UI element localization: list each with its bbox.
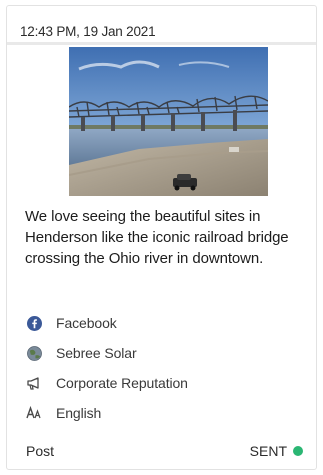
language-label: English bbox=[56, 405, 102, 421]
facebook-icon bbox=[26, 315, 42, 331]
post-image[interactable] bbox=[69, 47, 268, 196]
network-row: Facebook bbox=[26, 313, 117, 333]
globe-icon bbox=[26, 345, 42, 361]
megaphone-icon bbox=[26, 375, 42, 391]
status-label: SENT bbox=[249, 443, 287, 459]
account-label: Sebree Solar bbox=[56, 345, 137, 361]
status-badge: SENT bbox=[250, 443, 303, 459]
header-divider bbox=[7, 42, 316, 45]
network-label: Facebook bbox=[56, 315, 117, 331]
post-timestamp: 12:43 PM, 19 Jan 2021 bbox=[20, 24, 156, 39]
language-icon bbox=[26, 405, 42, 421]
campaign-label: Corporate Reputation bbox=[56, 375, 188, 391]
status-dot bbox=[293, 446, 303, 456]
post-type-label: Post bbox=[26, 443, 55, 459]
post-caption: We love seeing the beautiful sites in He… bbox=[25, 208, 289, 267]
account-row: Sebree Solar bbox=[26, 343, 137, 363]
campaign-row: Corporate Reputation bbox=[26, 373, 188, 393]
language-row: English bbox=[26, 403, 101, 423]
